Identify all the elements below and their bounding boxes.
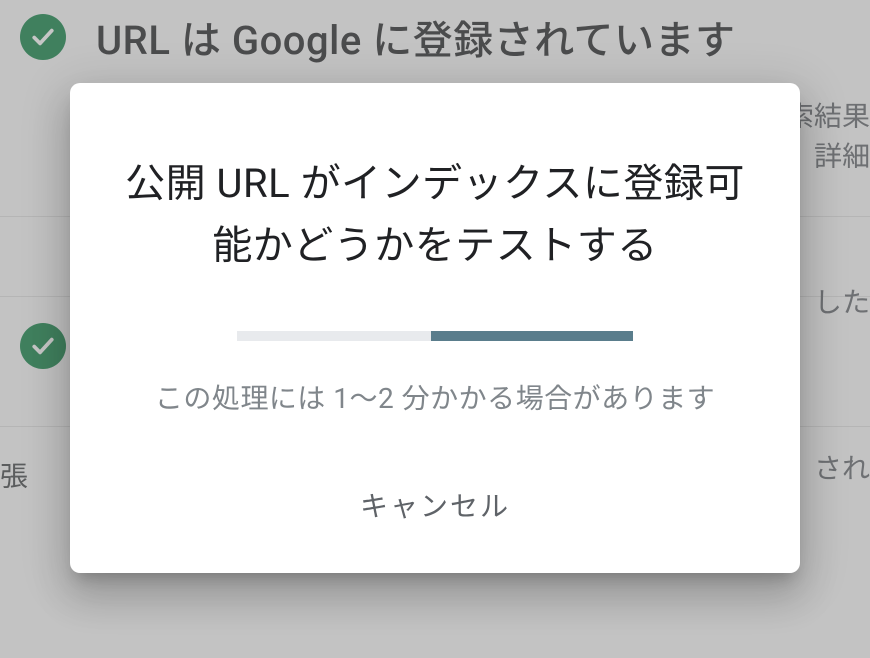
dialog-title: 公開 URL がインデックスに登録可能かどうかをテストする	[110, 153, 760, 277]
cancel-button[interactable]: キャンセル	[344, 477, 526, 533]
progress-bar-fill	[431, 331, 633, 341]
indexing-test-dialog: 公開 URL がインデックスに登録可能かどうかをテストする この処理には 1～2…	[70, 83, 800, 573]
progress-bar-track	[237, 331, 633, 341]
dialog-subtext: この処理には 1～2 分かかる場合があります	[110, 377, 760, 417]
